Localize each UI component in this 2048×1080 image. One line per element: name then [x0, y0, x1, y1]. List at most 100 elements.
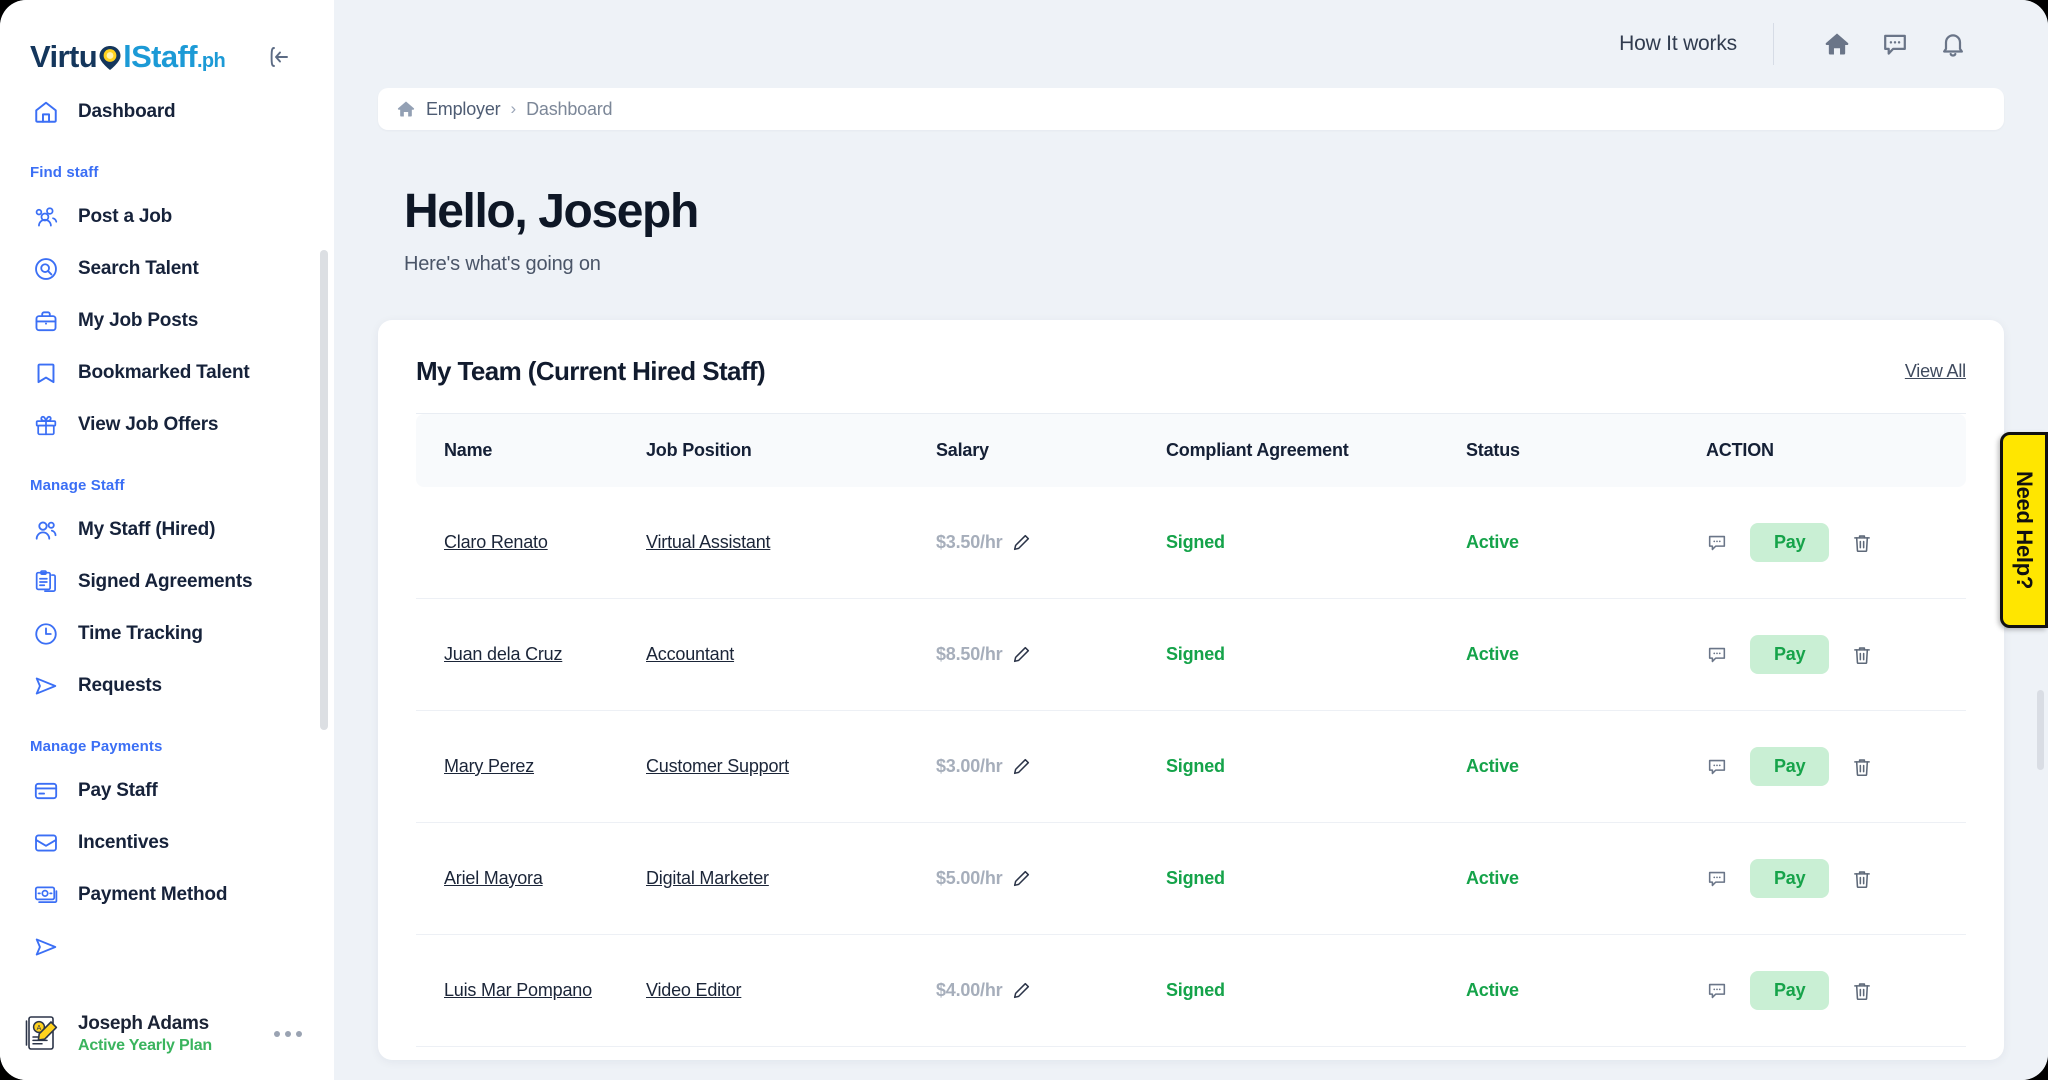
staff-name-link[interactable]: Mary Perez	[444, 756, 534, 776]
pay-button[interactable]: Pay	[1750, 523, 1830, 562]
page-title: Hello, Joseph	[404, 185, 699, 238]
logo-text-primary: Virtu	[30, 39, 98, 74]
pay-button[interactable]: Pay	[1750, 635, 1830, 674]
cell-status: Active	[1466, 710, 1706, 823]
users-group-icon	[32, 203, 60, 231]
staff-name-link[interactable]: Claro Renato	[444, 532, 548, 552]
trash-icon[interactable]	[1851, 756, 1873, 778]
sidebar-item-time-tracking[interactable]: Time Tracking	[0, 608, 334, 660]
main-area: How It works Employer › Dashboard Hello,…	[334, 0, 2048, 1080]
page-content: Employer › Dashboard Hello, Joseph Here'…	[334, 88, 2048, 1080]
cell-action: Pay	[1706, 487, 1966, 599]
sidebar-profile[interactable]: A Joseph Adams Active Yearly Plan	[0, 988, 334, 1080]
edit-pencil-icon[interactable]	[1012, 533, 1031, 552]
view-all-link[interactable]: View All	[1905, 361, 1966, 382]
chat-icon[interactable]	[1706, 532, 1728, 554]
sidebar-item-search-talent[interactable]: Search Talent	[0, 243, 334, 295]
sidebar-item-label: My Staff (Hired)	[78, 519, 216, 540]
home-icon[interactable]	[1808, 20, 1866, 68]
sidebar-item-pay-staff[interactable]: Pay Staff	[0, 765, 334, 817]
sidebar-item-my-job-posts[interactable]: My Job Posts	[0, 295, 334, 347]
edit-pencil-icon[interactable]	[1012, 869, 1031, 888]
pay-button[interactable]: Pay	[1750, 747, 1830, 786]
chat-icon[interactable]	[1866, 20, 1924, 68]
app-window: Virtu lStaff.ph Dashboard Find staff Pos…	[0, 0, 2048, 1080]
topbar-divider	[1772, 23, 1774, 65]
sidebar-item-payment-method[interactable]: Payment Method	[0, 869, 334, 921]
sidebar-item-label: Dashboard	[78, 101, 176, 122]
staff-name-link[interactable]: Juan dela Cruz	[444, 644, 562, 664]
sidebar-item-incentives[interactable]: Incentives	[0, 817, 334, 869]
logo-text-secondary: lStaff	[123, 39, 198, 74]
chat-icon[interactable]	[1706, 756, 1728, 778]
clock-icon	[32, 620, 60, 648]
send-icon	[32, 933, 60, 961]
edit-pencil-icon[interactable]	[1012, 757, 1031, 776]
sidebar-item-requests[interactable]: Requests	[0, 660, 334, 712]
trash-icon[interactable]	[1851, 532, 1873, 554]
job-position-link[interactable]: Digital Marketer	[646, 868, 769, 888]
home-icon	[32, 98, 60, 126]
cell-agreement: Signed	[1166, 934, 1466, 1047]
job-position-link[interactable]: Video Editor	[646, 980, 742, 1000]
agreement-status: Signed	[1166, 980, 1225, 1000]
sidebar-item-post-a-job[interactable]: Post a Job	[0, 191, 334, 243]
breadcrumb-root[interactable]: Employer	[426, 99, 501, 120]
how-it-works-link[interactable]: How It works	[1619, 32, 1737, 56]
cell-status: Active	[1466, 934, 1706, 1047]
sidebar-item-label: Search Talent	[78, 258, 199, 279]
sidebar-item-my-staff-hired[interactable]: My Staff (Hired)	[0, 504, 334, 556]
sidebar-item-label: Signed Agreements	[78, 571, 253, 592]
salary-value: $5.00/hr	[936, 868, 1003, 888]
sidebar-item-dashboard[interactable]: Dashboard	[0, 86, 334, 138]
sidebar-item-label: Payment Method	[78, 884, 228, 905]
column-header-action: ACTION	[1706, 440, 1774, 460]
sidebar-scrollbar[interactable]	[320, 250, 328, 730]
trash-icon[interactable]	[1851, 868, 1873, 890]
job-position-link[interactable]: Accountant	[646, 644, 734, 664]
chat-icon[interactable]	[1706, 644, 1728, 666]
sidebar-item-label: Post a Job	[78, 206, 173, 227]
need-help-tab[interactable]: Need Help?	[1999, 432, 2048, 628]
people-icon	[32, 516, 60, 544]
sidebar-item-label: Bookmarked Talent	[78, 362, 250, 383]
ellipsis-icon[interactable]	[274, 1031, 308, 1037]
edit-pencil-icon[interactable]	[1012, 981, 1031, 1000]
column-header-status: Status	[1466, 440, 1520, 460]
chat-icon[interactable]	[1706, 868, 1728, 890]
edit-pencil-icon[interactable]	[1012, 645, 1031, 664]
staff-name-link[interactable]: Ariel Mayora	[444, 868, 543, 888]
trash-icon[interactable]	[1851, 644, 1873, 666]
sidebar-item-partially-hidden[interactable]	[0, 921, 334, 973]
salary-value: $3.50/hr	[936, 532, 1003, 552]
cell-name: Juan dela Cruz	[416, 598, 646, 711]
main-scrollbar[interactable]	[2036, 690, 2044, 770]
job-position-link[interactable]: Virtual Assistant	[646, 532, 771, 552]
cell-agreement: Signed	[1166, 822, 1466, 935]
chevron-right-icon: ›	[510, 99, 517, 118]
sidebar-item-view-job-offers[interactable]: View Job Offers	[0, 399, 334, 451]
gift-icon	[32, 411, 60, 439]
sidebar-header: Virtu lStaff.ph	[0, 0, 334, 86]
chat-icon[interactable]	[1706, 980, 1728, 1002]
table-head: Name Job Position Salary Compliant Agree…	[416, 414, 1966, 487]
sidebar: Virtu lStaff.ph Dashboard Find staff Pos…	[0, 0, 334, 1080]
sidebar-group-find-staff: Find staff	[30, 164, 99, 181]
sidebar-item-label: Pay Staff	[78, 780, 158, 801]
pay-button[interactable]: Pay	[1750, 971, 1830, 1010]
profile-name: Joseph Adams	[78, 1013, 209, 1034]
cell-agreement: Signed	[1166, 598, 1466, 711]
brand-logo[interactable]: Virtu lStaff.ph	[30, 39, 226, 75]
job-position-link[interactable]: Customer Support	[646, 756, 789, 776]
home-icon	[396, 99, 416, 119]
pay-button[interactable]: Pay	[1750, 859, 1830, 898]
salary-value: $4.00/hr	[936, 980, 1003, 1000]
send-icon	[32, 672, 60, 700]
sidebar-item-signed-agreements[interactable]: Signed Agreements	[0, 556, 334, 608]
sidebar-item-bookmarked-talent[interactable]: Bookmarked Talent	[0, 347, 334, 399]
table-row: Luis Mar Pompano Video Editor $4.00/hr S…	[416, 934, 1966, 1047]
staff-name-link[interactable]: Luis Mar Pompano	[444, 980, 592, 1000]
sidebar-collapse-icon[interactable]	[260, 37, 300, 77]
trash-icon[interactable]	[1851, 980, 1873, 1002]
bell-icon[interactable]	[1924, 20, 1982, 68]
